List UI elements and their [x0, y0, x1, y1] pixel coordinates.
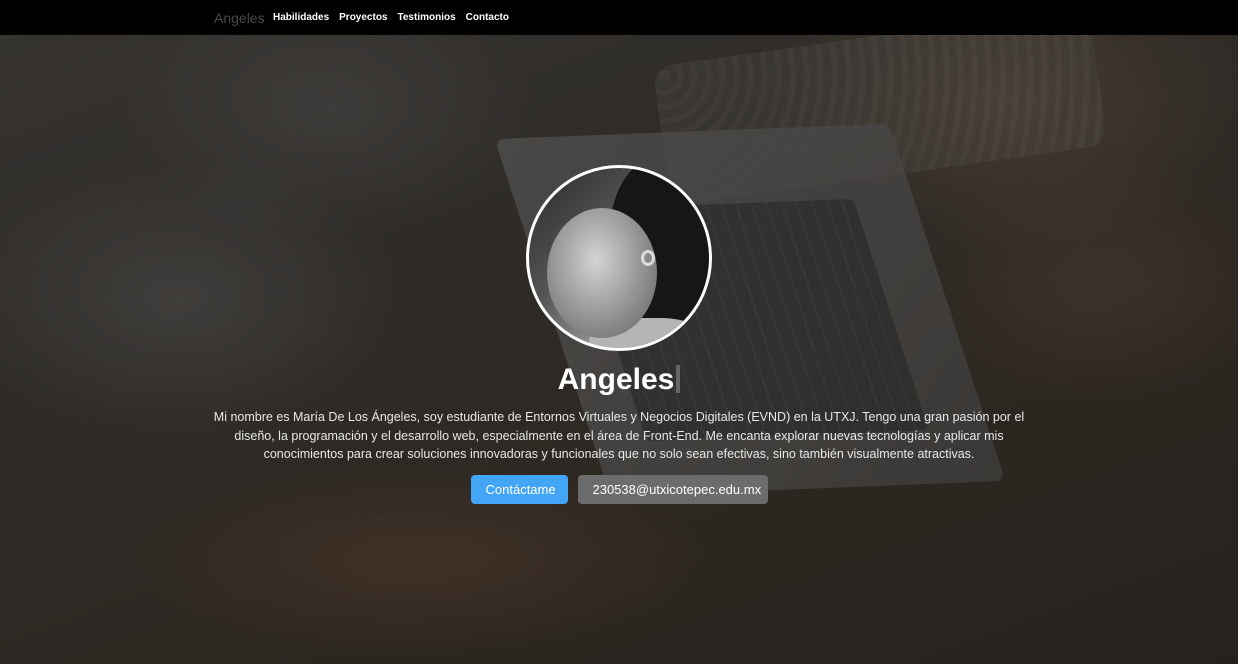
avatar-earring [641, 250, 655, 266]
brand-logo[interactable]: Angeles [214, 10, 265, 26]
hero-name: Angeles [557, 363, 675, 396]
hero-title: Angeles [0, 363, 1238, 397]
email-button[interactable]: 230538@utxicotepec.edu.mx [577, 475, 768, 504]
nav-link-testimonios[interactable]: Testimonios [398, 12, 456, 23]
nav-links: Habilidades Proyectos Testimonios Contac… [273, 12, 509, 23]
nav-link-habilidades[interactable]: Habilidades [273, 12, 329, 23]
profile-avatar [526, 165, 712, 351]
hero-description: Mi nombre es María De Los Ángeles, soy e… [213, 410, 1025, 461]
hero-buttons: Contáctame 230538@utxicotepec.edu.mx [0, 475, 1238, 504]
hero-section: Angeles Mi nombre es María De Los Ángele… [0, 35, 1238, 664]
contact-button[interactable]: Contáctame [470, 475, 568, 504]
top-navbar: Angeles Habilidades Proyectos Testimonio… [0, 0, 1238, 35]
nav-link-contacto[interactable]: Contacto [466, 12, 509, 23]
nav-link-proyectos[interactable]: Proyectos [339, 12, 387, 23]
typing-cursor [676, 365, 681, 393]
avatar-face [547, 208, 657, 338]
